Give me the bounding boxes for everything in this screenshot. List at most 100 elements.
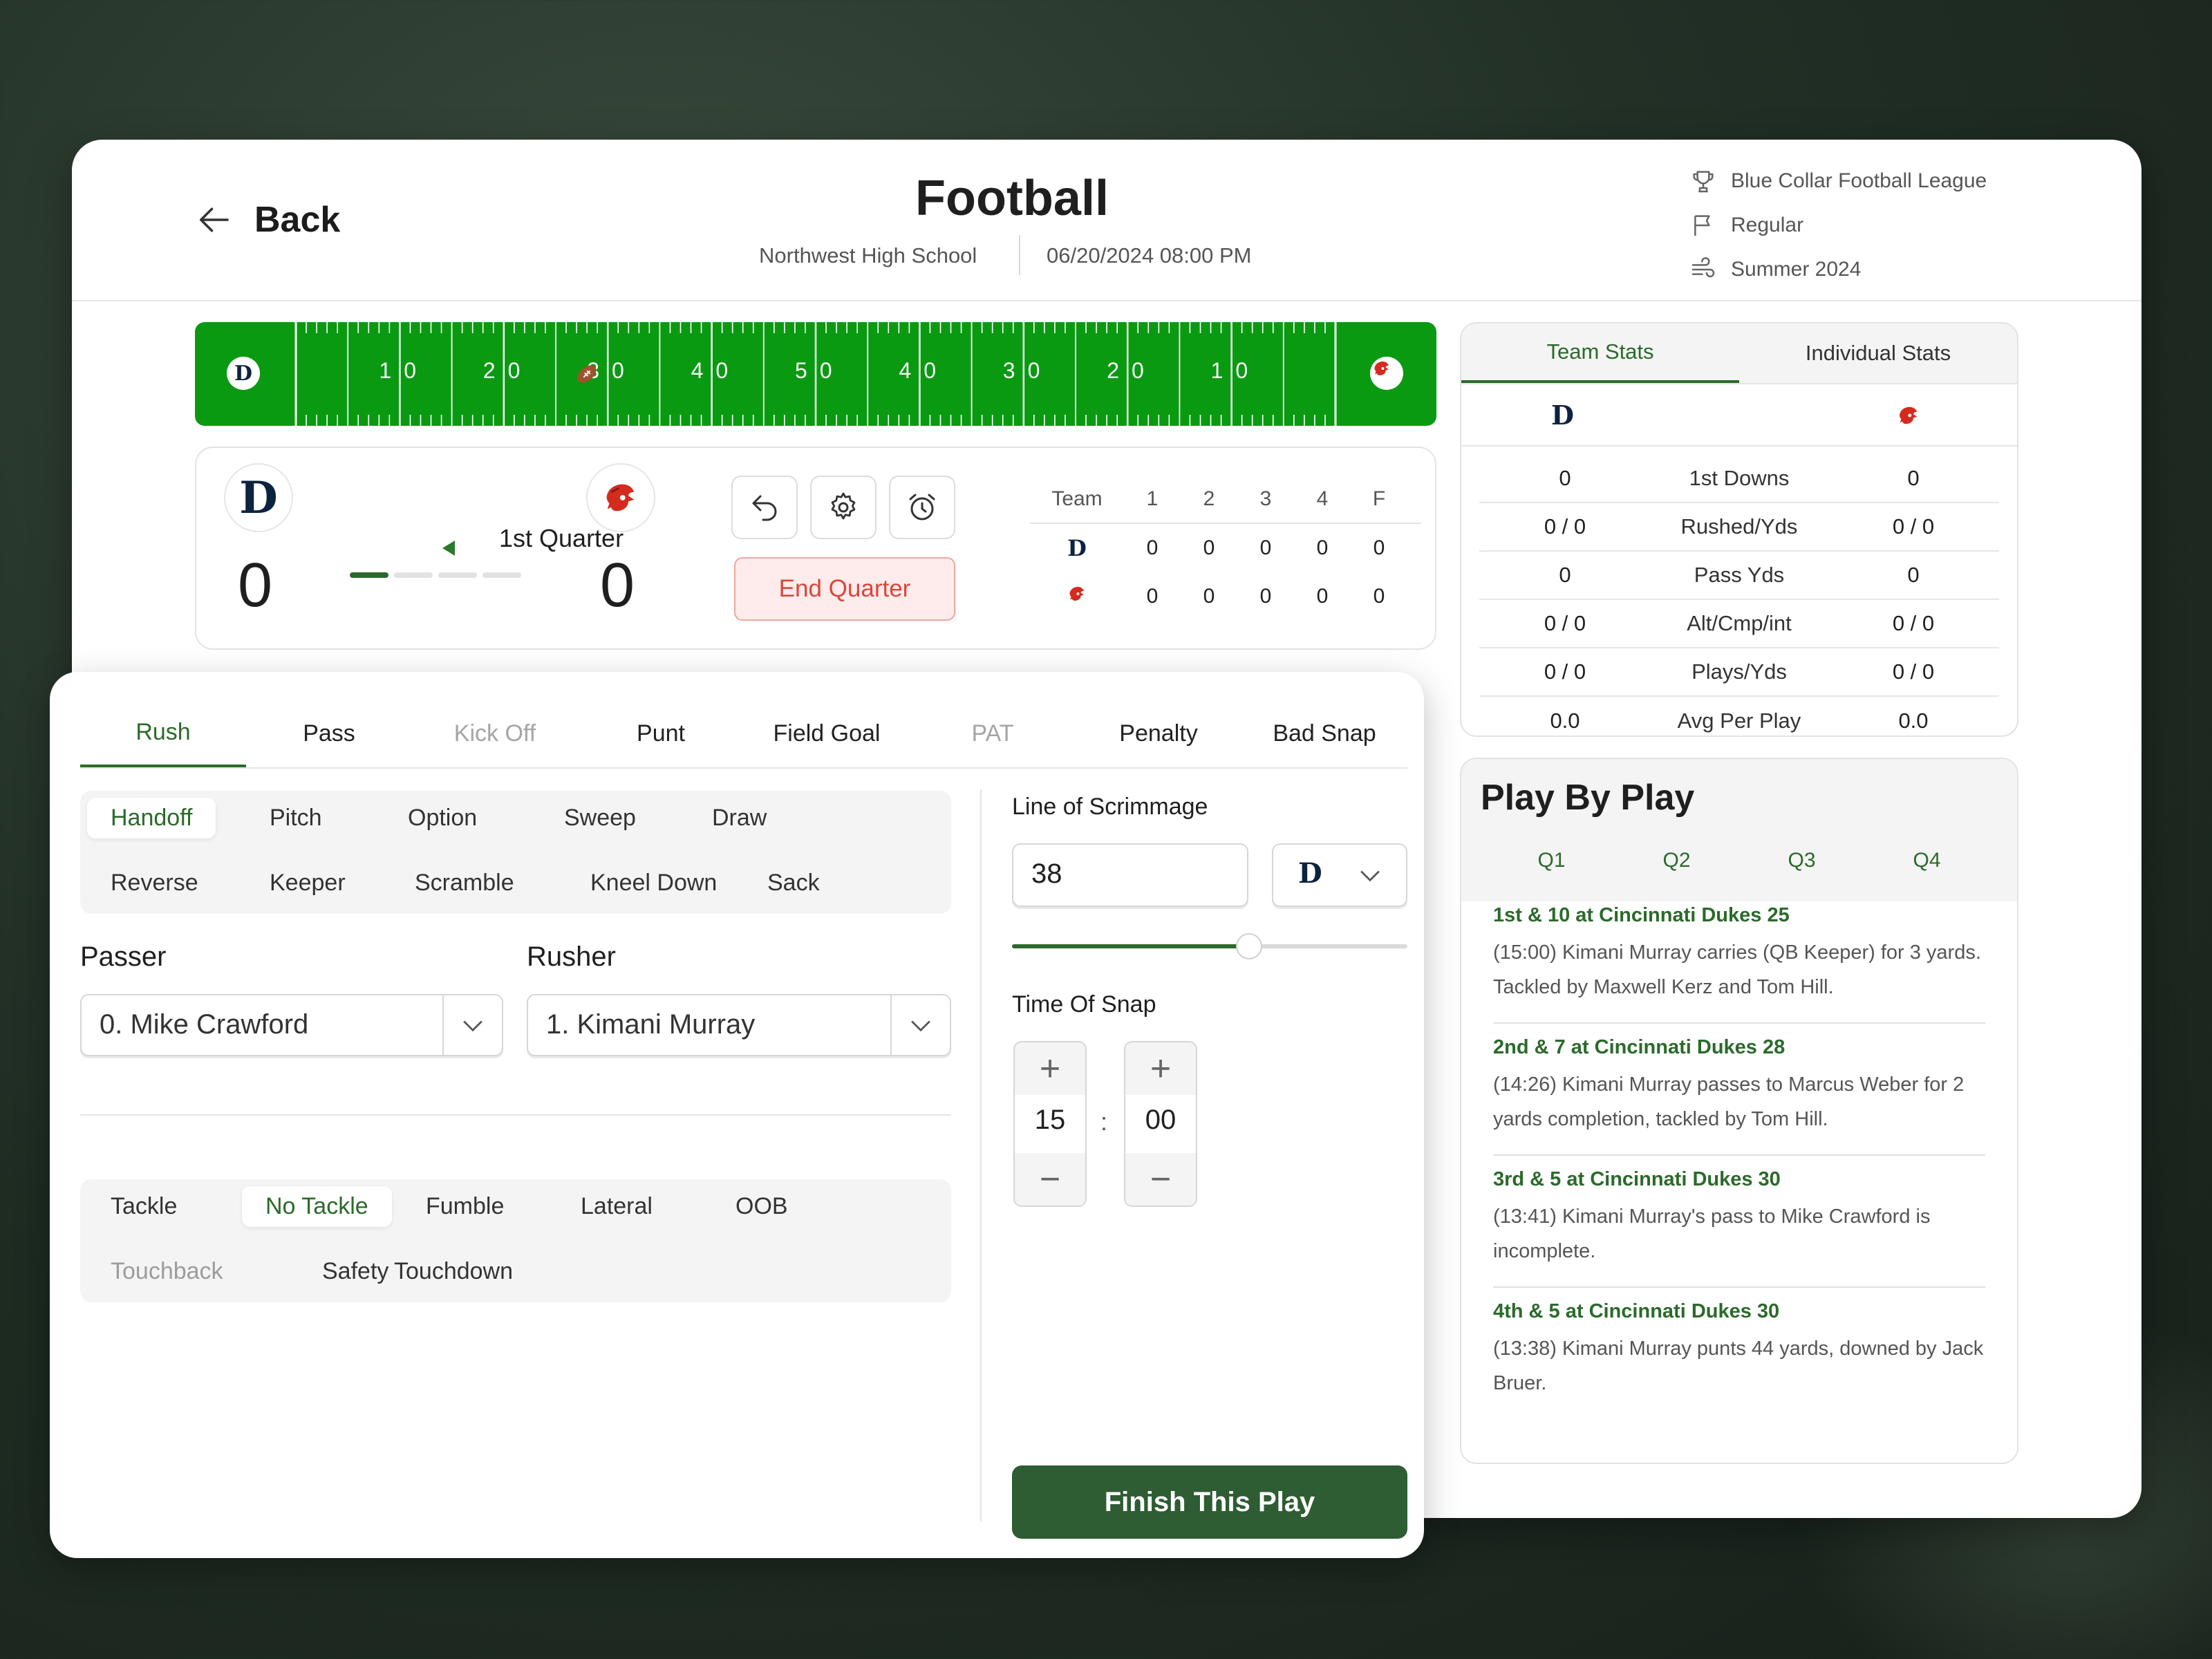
away-team-cell bbox=[1030, 582, 1124, 611]
timer-button[interactable] bbox=[889, 476, 955, 539]
option-chip[interactable]: Option bbox=[384, 798, 500, 838]
option-chip[interactable]: Reverse bbox=[87, 863, 222, 903]
option-chip[interactable]: Tackle bbox=[87, 1186, 200, 1227]
slider-fill bbox=[1012, 944, 1250, 948]
rusher-label: Rusher bbox=[527, 941, 616, 972]
rusher-select[interactable]: 1. Kimani Murray bbox=[527, 994, 951, 1056]
home-logo-letter: D bbox=[239, 471, 278, 524]
stat-home-value: 0 bbox=[1559, 563, 1571, 587]
page-header: Back Football Northwest High School 06/2… bbox=[72, 140, 2141, 301]
tab-individual-stats[interactable]: Individual Stats bbox=[1739, 324, 2017, 383]
snap-minutes-value[interactable]: 15 bbox=[1015, 1105, 1085, 1136]
tab-play-category[interactable]: PAT bbox=[910, 700, 1076, 767]
score-table-row: 0 0 0 0 0 bbox=[1030, 572, 1421, 621]
tab-play-category[interactable]: Field Goal bbox=[744, 700, 910, 767]
play-description: (13:41) Kimani Murray's pass to Mike Cra… bbox=[1493, 1206, 1931, 1262]
option-chip[interactable]: Keeper bbox=[246, 863, 369, 903]
gear-icon bbox=[831, 492, 856, 520]
option-chip[interactable]: OOB bbox=[712, 1186, 812, 1227]
option-chip[interactable]: Lateral bbox=[557, 1186, 676, 1227]
option-chip[interactable]: Fumble bbox=[402, 1186, 527, 1227]
option-chip[interactable]: Draw bbox=[688, 798, 790, 838]
field-home-logo: D bbox=[227, 357, 260, 390]
settings-button[interactable] bbox=[810, 476, 877, 539]
rusher-value: 1. Kimani Murray bbox=[546, 1009, 756, 1040]
los-slider[interactable] bbox=[1012, 933, 1407, 959]
stat-row: 0 / 0 Plays/Yds 0 / 0 bbox=[1479, 648, 1999, 697]
football-icon[interactable] bbox=[574, 361, 600, 387]
season-name: Summer 2024 bbox=[1731, 258, 1862, 281]
away-score: 0 bbox=[600, 551, 635, 620]
decrement-seconds-button[interactable]: − bbox=[1125, 1153, 1196, 1206]
play-item[interactable]: 2nd & 7 at Cincinnati Dukes 28 (14:26) Ki… bbox=[1493, 1024, 1985, 1156]
yard-number: 10 bbox=[379, 358, 429, 383]
los-team-select[interactable]: D bbox=[1272, 843, 1407, 907]
play-entry-card: Rush Pass Kick Off Punt Field Goal PAT Penalty… bbox=[50, 672, 1424, 1558]
undo-button[interactable] bbox=[731, 476, 798, 539]
score-table-row: D 0 0 0 0 0 bbox=[1030, 524, 1421, 572]
season-type: Regular bbox=[1731, 214, 1804, 236]
increment-seconds-button[interactable]: + bbox=[1125, 1042, 1196, 1095]
tab-play-category[interactable]: Rush bbox=[80, 700, 246, 767]
end-quarter-button[interactable]: End Quarter bbox=[734, 557, 955, 621]
option-chip[interactable]: Scramble bbox=[391, 863, 538, 903]
scoreboard: D 0 1st Quarter 0 End Quarter Team 1 2 3 4 F D… bbox=[195, 447, 1436, 650]
play-result-group: Tackle No Tackle Fumble Lateral OOB Touchbac… bbox=[80, 1179, 951, 1302]
stat-row: 0 / 0 Alt/Cmp/int 0 / 0 bbox=[1479, 600, 1999, 648]
finish-play-button[interactable]: Finish This Play bbox=[1012, 1465, 1407, 1539]
decrement-minutes-button[interactable]: − bbox=[1015, 1153, 1085, 1206]
slider-handle[interactable] bbox=[1236, 933, 1263, 959]
increment-minutes-button[interactable]: + bbox=[1015, 1042, 1085, 1095]
score-cell: 0 bbox=[1316, 585, 1329, 608]
option-chip[interactable]: Sack bbox=[744, 863, 843, 903]
tab-q4[interactable]: Q4 bbox=[1864, 849, 1989, 872]
score-cell: 0 bbox=[1373, 585, 1385, 608]
possession-arrow-icon bbox=[442, 541, 455, 556]
stat-label: 1st Downs bbox=[1689, 466, 1790, 490]
buccaneer-logo-icon bbox=[1069, 587, 1084, 601]
stat-label: Avg Per Play bbox=[1677, 709, 1801, 733]
trophy-icon bbox=[1693, 171, 1714, 193]
stat-row: 0 / 0 Rushed/Yds 0 / 0 bbox=[1479, 503, 1999, 552]
option-chip[interactable]: No Tackle bbox=[242, 1186, 392, 1227]
tab-play-category[interactable]: Penalty bbox=[1076, 700, 1241, 767]
play-item[interactable]: 4th & 5 at Cincinnati Dukes 30 (13:38) Ki… bbox=[1493, 1288, 1985, 1418]
tab-q2[interactable]: Q2 bbox=[1614, 849, 1739, 872]
passer-select[interactable]: 0. Mike Crawford bbox=[80, 994, 503, 1056]
tab-play-category[interactable]: Kick Off bbox=[412, 700, 578, 767]
game-datetime: 06/20/2024 08:00 PM bbox=[1047, 243, 1252, 268]
snap-seconds-value[interactable]: 00 bbox=[1125, 1105, 1196, 1136]
undo-icon bbox=[752, 495, 777, 521]
chevron-down-icon bbox=[890, 995, 950, 1055]
tab-q3[interactable]: Q3 bbox=[1739, 849, 1864, 872]
tab-q1[interactable]: Q1 bbox=[1489, 849, 1614, 872]
meta-season-type: Regular bbox=[1689, 203, 1987, 247]
option-chip[interactable]: Kneel Down bbox=[567, 863, 740, 903]
score-cell: 0 bbox=[1316, 536, 1329, 559]
stat-label: Rushed/Yds bbox=[1680, 514, 1798, 538]
play-item[interactable]: 1st & 10 at Cincinnati Dukes 25 (15:00) K… bbox=[1493, 892, 1985, 1024]
tab-play-category[interactable]: Punt bbox=[578, 700, 744, 767]
los-input[interactable]: 38 bbox=[1012, 843, 1248, 907]
tab-play-category[interactable]: Bad Snap bbox=[1241, 700, 1407, 767]
away-team-logo bbox=[586, 463, 655, 532]
home-logo-letter: D bbox=[234, 361, 252, 386]
option-chip[interactable]: Touchdown bbox=[371, 1251, 536, 1292]
pbp-quarter-tabs: Q1 Q2 Q3 Q4 bbox=[1461, 849, 2017, 872]
option-chip[interactable]: Sweep bbox=[541, 798, 659, 838]
tab-play-category[interactable]: Pass bbox=[246, 700, 412, 767]
score-cell: 0 bbox=[1203, 536, 1215, 559]
quarter-progress-segment bbox=[394, 572, 433, 578]
option-chip[interactable]: Touchback bbox=[87, 1251, 247, 1292]
yard-number: 20 bbox=[482, 358, 533, 383]
option-chip[interactable]: Pitch bbox=[246, 798, 346, 838]
play-item[interactable]: 3rd & 5 at Cincinnati Dukes 30 (13:41) Ki… bbox=[1493, 1156, 1985, 1288]
page-title: Football bbox=[915, 171, 1109, 226]
score-cell: 0 bbox=[1146, 536, 1159, 559]
score-cell: 0 bbox=[1373, 536, 1385, 559]
stats-team-logos: D bbox=[1461, 384, 2017, 447]
yard-number: 30 bbox=[1002, 358, 1053, 383]
tab-team-stats[interactable]: Team Stats bbox=[1461, 324, 1739, 383]
quarter-progress-segment bbox=[482, 572, 521, 578]
option-chip[interactable]: Handoff bbox=[87, 798, 216, 838]
